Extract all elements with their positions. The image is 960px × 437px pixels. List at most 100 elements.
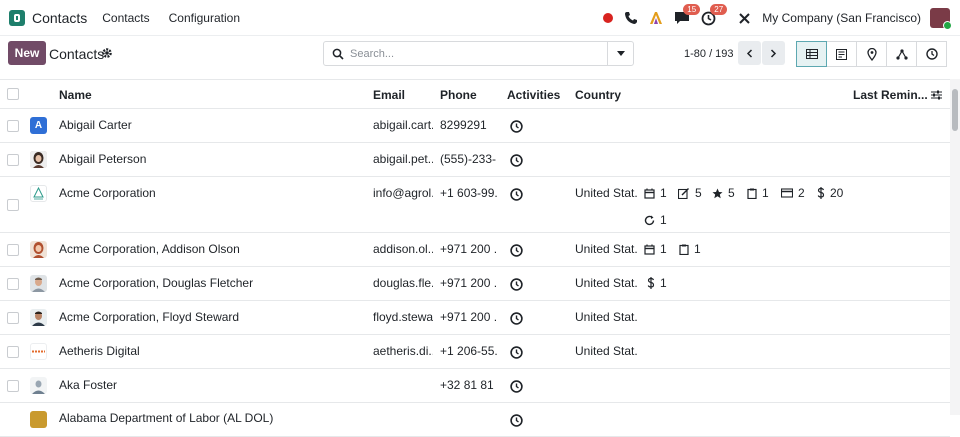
- table-row[interactable]: Abigail Peterson abigail.pet... (555)-23…: [0, 143, 950, 177]
- activity-clock-icon[interactable]: [510, 120, 523, 136]
- column-phone[interactable]: Phone: [440, 88, 477, 102]
- messages-icon[interactable]: 15: [674, 4, 701, 25]
- view-switcher: [796, 41, 947, 67]
- contact-email[interactable]: addison.ol...: [373, 242, 433, 256]
- phone-icon[interactable]: [624, 11, 638, 25]
- sales-stat[interactable]: 20: [817, 186, 843, 200]
- table-row[interactable]: Acme Corporation info@agrol... +1 603-99…: [0, 177, 950, 233]
- recording-icon[interactable]: [603, 13, 614, 23]
- tasks-stat[interactable]: 1: [679, 242, 701, 256]
- hierarchy-view-button[interactable]: [886, 41, 917, 67]
- app-name[interactable]: Contacts: [32, 10, 87, 26]
- contact-email[interactable]: floyd.stewa...: [373, 310, 433, 324]
- contact-phone[interactable]: +971 200 ...: [440, 310, 497, 324]
- row-checkbox[interactable]: [7, 346, 19, 358]
- chevron-left-icon: [746, 48, 753, 58]
- new-button[interactable]: New: [8, 41, 46, 65]
- contact-name: Acme Corporation, Douglas Fletcher: [59, 276, 254, 290]
- menu-configuration[interactable]: Configuration: [169, 11, 240, 25]
- table-row[interactable]: A Abigail Carter abigail.cart... 8299291: [0, 109, 950, 143]
- table-row[interactable]: Acme Corporation, Floyd Steward floyd.st…: [0, 301, 950, 335]
- activity-view-button[interactable]: [916, 41, 947, 67]
- contact-email[interactable]: aetheris.di...: [373, 344, 433, 358]
- column-last-reminder[interactable]: Last Remin...: [853, 88, 928, 102]
- table-header: Name Email Phone Activities Country Last…: [0, 79, 950, 109]
- activities-clock-icon[interactable]: 27: [701, 3, 728, 26]
- table-row[interactable]: Aetheris Digital aetheris.di... +1 206-5…: [0, 335, 950, 369]
- activity-clock-icon[interactable]: [510, 414, 523, 430]
- tasks-stat[interactable]: 1: [747, 186, 769, 200]
- avatar: A: [30, 117, 47, 134]
- contact-phone[interactable]: +1 603-99...: [440, 186, 497, 200]
- meetings-stat[interactable]: 1: [644, 186, 667, 200]
- activity-clock-icon[interactable]: [510, 188, 523, 204]
- activity-clock-icon[interactable]: [510, 380, 523, 396]
- row-checkbox[interactable]: [7, 380, 19, 392]
- pager-value[interactable]: 1-80 / 193: [684, 48, 734, 60]
- menu-contacts[interactable]: Contacts: [102, 11, 149, 25]
- row-checkbox[interactable]: [7, 120, 19, 132]
- activity-clock-icon[interactable]: [510, 346, 523, 362]
- contact-phone[interactable]: 8299291: [440, 118, 497, 132]
- row-checkbox[interactable]: [7, 278, 19, 290]
- column-name[interactable]: Name: [59, 88, 92, 102]
- table-row[interactable]: Aka Foster +32 81 81 ...: [0, 369, 950, 403]
- company-switcher[interactable]: My Company (San Francisco): [762, 11, 921, 25]
- contact-email[interactable]: douglas.fle...: [373, 276, 433, 290]
- map-view-button[interactable]: [856, 41, 887, 67]
- contact-name: Abigail Carter: [59, 118, 132, 132]
- user-avatar[interactable]: [930, 8, 952, 30]
- pager-previous-button[interactable]: [738, 41, 761, 65]
- contact-phone[interactable]: +1 206-55...: [440, 344, 497, 358]
- notes-stat[interactable]: 5: [678, 186, 702, 200]
- contacts-app-icon[interactable]: [9, 9, 25, 26]
- pager-next-button[interactable]: [762, 41, 785, 65]
- map-pin-icon: [866, 47, 877, 61]
- row-checkbox[interactable]: [7, 244, 19, 256]
- scrollbar[interactable]: [950, 79, 960, 415]
- activity-clock-icon[interactable]: [510, 244, 523, 260]
- contact-name: Acme Corporation: [59, 186, 156, 200]
- ai-icon[interactable]: [649, 11, 663, 25]
- activity-clock-icon[interactable]: [510, 154, 523, 170]
- table-row[interactable]: Acme Corporation, Douglas Fletcher dougl…: [0, 267, 950, 301]
- column-activities[interactable]: Activities: [507, 88, 560, 102]
- contact-phone[interactable]: (555)-233-...: [440, 152, 497, 166]
- refresh-stat[interactable]: 1: [644, 213, 667, 227]
- avatar: [30, 377, 47, 394]
- search-input[interactable]: [350, 47, 600, 60]
- contact-name: Aetheris Digital: [59, 344, 140, 358]
- contact-email[interactable]: abigail.cart...: [373, 118, 433, 132]
- table-row[interactable]: Acme Corporation, Addison Olson addison.…: [0, 233, 950, 267]
- sales-stat[interactable]: 1: [647, 276, 667, 290]
- select-all-checkbox[interactable]: [7, 88, 19, 100]
- row-checkbox[interactable]: [7, 312, 19, 324]
- contact-country: United Stat...: [575, 344, 637, 358]
- column-country[interactable]: Country: [575, 88, 621, 102]
- kanban-view-button[interactable]: [826, 41, 857, 67]
- contact-phone[interactable]: +971 200 ...: [440, 242, 497, 256]
- list-view-button[interactable]: [796, 41, 827, 67]
- hierarchy-icon: [895, 48, 908, 60]
- page-title[interactable]: Contacts: [49, 46, 104, 62]
- scrollbar-thumb[interactable]: [952, 89, 958, 131]
- contact-email[interactable]: info@agrol...: [373, 186, 433, 200]
- activity-clock-icon[interactable]: [510, 278, 523, 294]
- favorites-stat[interactable]: 5: [712, 186, 735, 200]
- table-row[interactable]: Alabama Department of Labor (AL DOL): [0, 403, 950, 437]
- contact-email[interactable]: abigail.pet...: [373, 152, 433, 166]
- tools-icon[interactable]: [738, 12, 751, 25]
- column-email[interactable]: Email: [373, 88, 405, 102]
- credit-card-icon: [781, 188, 793, 198]
- activity-clock-icon[interactable]: [510, 312, 523, 328]
- optional-columns-icon[interactable]: [931, 89, 942, 103]
- meetings-stat[interactable]: 1: [644, 242, 667, 256]
- search-options-toggle[interactable]: [607, 42, 633, 65]
- row-checkbox[interactable]: [7, 154, 19, 166]
- gear-icon[interactable]: [101, 47, 113, 62]
- row-checkbox[interactable]: [7, 199, 19, 211]
- top-navbar: Contacts Contacts Configuration 15 27 My…: [0, 0, 960, 36]
- cards-stat[interactable]: 2: [781, 186, 805, 200]
- contact-phone[interactable]: +32 81 81 ...: [440, 378, 497, 392]
- contact-phone[interactable]: +971 200 ...: [440, 276, 497, 290]
